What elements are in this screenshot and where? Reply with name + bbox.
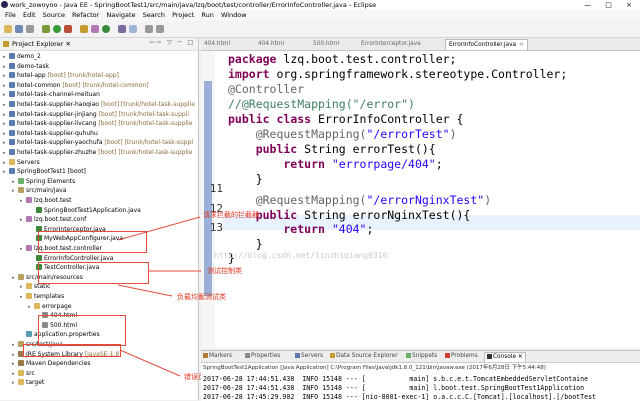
code-line-13: return "404"; bbox=[228, 222, 374, 236]
tab-error-info-controller[interactable]: ErrorInfoController.java ✕ bbox=[445, 39, 528, 50]
database-icon bbox=[330, 353, 335, 358]
tab-data-source-explorer[interactable]: Data Source Explorer bbox=[330, 352, 398, 361]
code-line-8: return "errorpage/404"; bbox=[228, 157, 443, 171]
code-editor[interactable]: 404.html 404.html 500.html ErrorIntercep… bbox=[201, 38, 640, 348]
annotation-templates: 负载均衡测试类 bbox=[177, 293, 226, 301]
arrow-templates bbox=[117, 284, 173, 297]
code-line-14: } bbox=[228, 237, 263, 251]
tab-error-interceptor[interactable]: ErrorInterceptor.java bbox=[361, 39, 421, 49]
tab-console[interactable]: Console ✕ bbox=[484, 352, 526, 362]
servers-icon bbox=[295, 353, 300, 358]
console-panel: Markers Properties Servers Data Source E… bbox=[201, 350, 640, 401]
code-line-6: @RequestMapping("/errorTest") bbox=[228, 127, 457, 141]
code-line-3: @Controller bbox=[228, 82, 305, 96]
markers-icon bbox=[203, 353, 208, 358]
tab-markers[interactable]: Markers bbox=[203, 352, 232, 361]
tab-snippets[interactable]: Snippets bbox=[406, 352, 437, 361]
tab-500-html[interactable]: 500.html bbox=[313, 39, 339, 49]
code-line-7: public String errorTest(){ bbox=[228, 142, 436, 156]
console-icon bbox=[487, 354, 492, 359]
snippets-icon bbox=[406, 353, 411, 358]
highlight-conf-package bbox=[38, 231, 147, 253]
arrow-config bbox=[119, 349, 181, 377]
tab-properties[interactable]: Properties bbox=[245, 352, 280, 361]
bottom-tabs: Markers Properties Servers Data Source E… bbox=[201, 351, 640, 363]
code-line-9: } bbox=[228, 172, 263, 186]
highlight-templates bbox=[38, 315, 126, 346]
console-line-1: 2017-06-28 17:44:51.438 INFO 15148 --- [… bbox=[203, 375, 589, 383]
tab-close-icon[interactable]: ✕ bbox=[519, 42, 524, 48]
annotation-controller: 测试控制类 bbox=[207, 267, 242, 275]
problems-icon bbox=[445, 353, 450, 358]
highlight-application-properties bbox=[23, 344, 121, 357]
code-line-12: public String errorNginxTest(){ bbox=[228, 208, 471, 222]
code-line-2: import org.springframework.stereotype.Co… bbox=[228, 67, 568, 81]
code-line-11: @RequestMapping("/errorNginxTest") bbox=[228, 193, 492, 207]
console-line-2: 2017-06-28 17:44:51.438 INFO 15148 --- [… bbox=[203, 384, 585, 392]
tab-servers[interactable]: Servers bbox=[295, 352, 323, 361]
code-line-4: //@RequestMapping("/error") bbox=[228, 97, 415, 111]
code-line-5: public class ErrorInfoController { bbox=[228, 112, 464, 126]
console-header: SpringBootTest1Application [Java Applica… bbox=[203, 365, 546, 371]
annotation-interceptor: 请求拦截的拦截器 bbox=[203, 211, 259, 219]
tab-problems[interactable]: Problems bbox=[445, 352, 478, 361]
overview-ruler bbox=[201, 51, 215, 348]
highlight-controller-package bbox=[38, 262, 149, 284]
code-line-1: package lzq.boot.test.controller; bbox=[228, 52, 457, 66]
tab-404-html[interactable]: 404.html bbox=[204, 39, 230, 49]
blog-watermark: http://blog.csdn.net/linzhiqiang0316 bbox=[214, 251, 388, 260]
properties-icon bbox=[245, 353, 250, 358]
line-number-11: 11 bbox=[209, 182, 223, 195]
editor-tabs: 404.html 404.html 500.html ErrorIntercep… bbox=[201, 38, 640, 51]
tab-404-html-2[interactable]: 404.html bbox=[258, 39, 284, 49]
console-close-icon[interactable]: ✕ bbox=[518, 354, 523, 360]
line-number-13: 13 bbox=[209, 221, 223, 234]
